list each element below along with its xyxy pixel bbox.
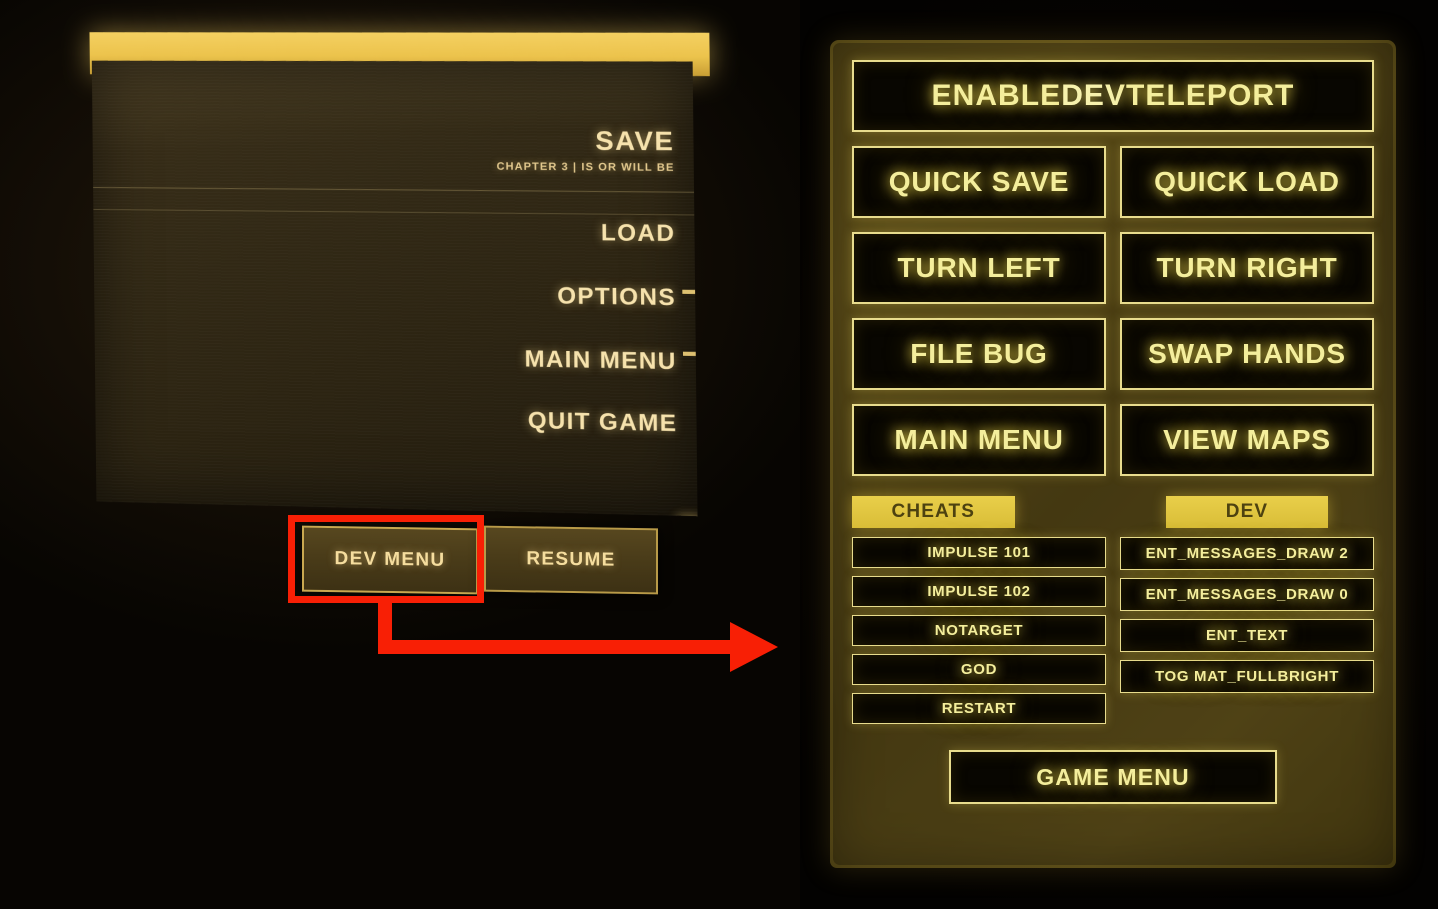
dev-row-quick: QUICK SAVE QUICK LOAD bbox=[852, 146, 1374, 218]
dev-section-label: DEV bbox=[1166, 496, 1329, 528]
quick-save-button[interactable]: QUICK SAVE bbox=[852, 146, 1106, 218]
annotation-arrow-shaft-horizontal bbox=[378, 640, 738, 654]
menu-item-load[interactable]: LOAD bbox=[239, 215, 676, 247]
corner-bracket-icon bbox=[683, 338, 698, 356]
dev-row-turn: TURN LEFT TURN RIGHT bbox=[852, 232, 1374, 304]
game-menu-footer: GAME MENU bbox=[852, 750, 1374, 804]
dev-ent-messages-draw-0-button[interactable]: ENT_MESSAGES_DRAW 0 bbox=[1120, 578, 1374, 611]
cheat-impulse-102-button[interactable]: IMPULSE 102 bbox=[852, 576, 1106, 607]
menu-item-main-menu[interactable]: MAIN MENU bbox=[240, 340, 677, 375]
enable-dev-teleport-button[interactable]: ENABLE DEV TELEPORT bbox=[852, 60, 1374, 132]
dev-sections: CHEATS IMPULSE 101 IMPULSE 102 NOTARGET … bbox=[852, 496, 1374, 732]
pause-menu-list: SAVE CHAPTER 3 | IS OR WILL BE LOAD OPTI… bbox=[238, 123, 678, 437]
annotation-arrow-head-icon bbox=[730, 622, 778, 672]
dev-menu-photo: ENABLE DEV TELEPORT QUICK SAVE QUICK LOA… bbox=[800, 0, 1438, 909]
dev-ent-messages-draw-2-button[interactable]: ENT_MESSAGES_DRAW 2 bbox=[1120, 537, 1374, 570]
cheat-restart-button[interactable]: RESTART bbox=[852, 693, 1106, 724]
dev-row-nav: MAIN MENU VIEW MAPS bbox=[852, 404, 1374, 476]
teleport-label-suffix: TELEPORT bbox=[1126, 79, 1294, 113]
view-maps-button[interactable]: VIEW MAPS bbox=[1120, 404, 1374, 476]
annotation-highlight-box bbox=[288, 515, 484, 603]
menu-item-quit-game[interactable]: QUIT GAME bbox=[241, 401, 678, 437]
turn-right-button[interactable]: TURN RIGHT bbox=[1120, 232, 1374, 304]
dev-section: DEV ENT_MESSAGES_DRAW 2 ENT_MESSAGES_DRA… bbox=[1120, 496, 1374, 732]
menu-item-save[interactable]: SAVE bbox=[238, 123, 675, 157]
menu-item-options[interactable]: OPTIONS bbox=[239, 278, 676, 311]
dev-tog-mat-fullbright-button[interactable]: TOG MAT_FULLBRIGHT bbox=[1120, 660, 1374, 693]
cheats-section-label: CHEATS bbox=[852, 496, 1015, 528]
resume-button[interactable]: RESUME bbox=[484, 526, 658, 595]
dev-row-tools: FILE BUG SWAP HANDS bbox=[852, 318, 1374, 390]
cheat-god-button[interactable]: GOD bbox=[852, 654, 1106, 685]
main-menu-button[interactable]: MAIN MENU bbox=[852, 404, 1106, 476]
turn-left-button[interactable]: TURN LEFT bbox=[852, 232, 1106, 304]
dev-menu-panel: ENABLE DEV TELEPORT QUICK SAVE QUICK LOA… bbox=[830, 40, 1396, 868]
teleport-label-prefix: ENABLE bbox=[932, 79, 1062, 113]
menu-item-save-subtitle: CHAPTER 3 | IS OR WILL BE bbox=[238, 159, 675, 174]
swap-hands-button[interactable]: SWAP HANDS bbox=[1120, 318, 1374, 390]
game-menu-button[interactable]: GAME MENU bbox=[949, 750, 1278, 804]
quick-load-button[interactable]: QUICK LOAD bbox=[1120, 146, 1374, 218]
pause-menu-screen: SAVE CHAPTER 3 | IS OR WILL BE LOAD OPTI… bbox=[92, 61, 698, 516]
cheat-notarget-button[interactable]: NOTARGET bbox=[852, 615, 1106, 646]
cheat-impulse-101-button[interactable]: IMPULSE 101 bbox=[852, 537, 1106, 568]
corner-bracket-icon bbox=[682, 276, 697, 294]
teleport-label-emphasis: DEV bbox=[1061, 79, 1126, 113]
monitor-surface: SAVE CHAPTER 3 | IS OR WILL BE LOAD OPTI… bbox=[57, 2, 733, 520]
game-pause-screen-photo: SAVE CHAPTER 3 | IS OR WILL BE LOAD OPTI… bbox=[0, 0, 800, 909]
cheats-section: CHEATS IMPULSE 101 IMPULSE 102 NOTARGET … bbox=[852, 496, 1106, 732]
file-bug-button[interactable]: FILE BUG bbox=[852, 318, 1106, 390]
dev-ent-text-button[interactable]: ENT_TEXT bbox=[1120, 619, 1374, 652]
